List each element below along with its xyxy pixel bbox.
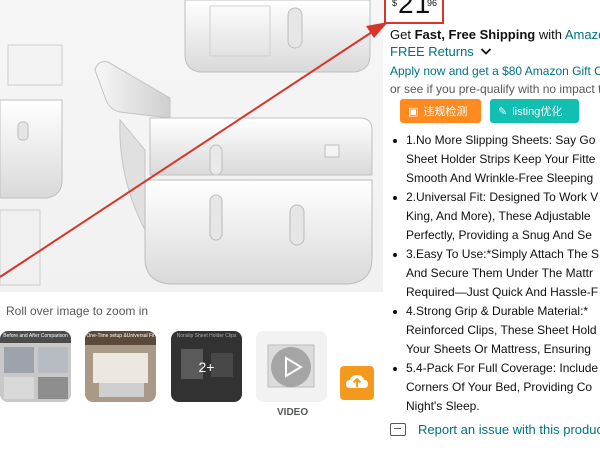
- upload-button[interactable]: [340, 366, 374, 400]
- document-icon: ▣: [408, 105, 419, 118]
- feature-bullet-line: King, And More), These Adjustable: [406, 209, 591, 223]
- video-label: VIDEO: [277, 407, 309, 418]
- prime-link[interactable]: Amazon: [565, 27, 600, 42]
- violation-check-button[interactable]: ▣ 违规检测: [400, 99, 481, 123]
- listing-optimize-label: listing优化: [512, 106, 563, 118]
- shipping-fast-free: Fast, Free Shipping: [414, 27, 536, 42]
- feature-bullet-line: 5.4-Pack For Full Coverage: Include: [390, 359, 600, 378]
- listing-optimize-button[interactable]: ✎ listing优化: [490, 99, 579, 123]
- cloud-upload-icon: [346, 375, 368, 388]
- feature-bullet-line: Reinforced Clips, These Sheet Hold: [406, 323, 597, 337]
- gift-card-offer-link[interactable]: Apply now and get a $80 Amazon Gift C: [390, 64, 600, 78]
- violation-check-label: 违规检测: [423, 106, 468, 118]
- play-icon: [285, 356, 303, 378]
- feature-bullets: 1.No More Slipping Sheets: Say Go Sheet …: [390, 131, 600, 416]
- feature-bullet-line: 3.Easy To Use:*Simply Attach The S: [390, 245, 600, 264]
- zoom-hint: Roll over image to zoom in: [6, 304, 149, 318]
- shipping-line: Get Fast, Free Shipping with Amazon: [390, 27, 600, 42]
- more-images-count: 2+: [171, 331, 242, 402]
- thumbnail-3[interactable]: Nonslip Sheet Holder Clips 2+: [171, 331, 242, 402]
- thumbnail-caption: One-Time setup &Universal Fit: [86, 333, 155, 339]
- product-main-image[interactable]: [0, 0, 383, 292]
- feature-bullet-line: Perfectly, Providing a Snug And Se: [406, 228, 592, 242]
- feature-bullet-line: Corners Of Your Bed, Providing Co: [406, 380, 593, 394]
- edit-icon: ✎: [498, 105, 508, 118]
- report-issue-label: Report an issue with this product: [418, 422, 600, 437]
- feature-bullet-line: Required—Just Quick And Hassle-F: [406, 285, 599, 299]
- feature-bullet-line: Smooth And Wrinkle-Free Sleeping: [406, 171, 594, 185]
- universal-fit-thumbnail-image: [85, 331, 156, 402]
- free-returns-label: FREE Returns: [390, 44, 474, 59]
- feature-bullet-line: 2.Universal Fit: Designed To Work V: [390, 188, 600, 207]
- before-after-thumbnail-image: [0, 331, 71, 402]
- feature-bullet-line: 1.No More Slipping Sheets: Say Go: [390, 131, 600, 150]
- shipping-get: Get: [390, 27, 411, 42]
- feature-bullet-line: 4.Strong Grip & Durable Material:*: [390, 302, 600, 321]
- free-returns-link[interactable]: FREE Returns: [390, 44, 492, 59]
- feature-bullet-line: And Secure Them Under The Mattr: [406, 266, 593, 280]
- video-thumbnail[interactable]: [256, 331, 327, 402]
- thumbnail-2[interactable]: One-Time setup &Universal Fit: [85, 331, 156, 402]
- sheet-holder-clips-illustration: [0, 0, 373, 286]
- price-fraction: 96: [427, 0, 438, 8]
- feature-bullet-line: Your Sheets Or Mattress, Ensuring: [406, 342, 591, 356]
- feature-bullet-line: Night's Sleep.: [406, 399, 480, 413]
- chevron-down-icon: [481, 48, 492, 55]
- report-issue-link[interactable]: Report an issue with this product: [390, 422, 600, 437]
- shipping-with: with: [538, 27, 562, 42]
- thumbnail-caption: Before and After Comparison: [3, 333, 68, 339]
- price-currency: $: [392, 0, 398, 8]
- prequalify-text: or see if you pre-qualify with no impact…: [390, 82, 600, 96]
- feature-bullet-line: Sheet Holder Strips Keep Your Fitte: [406, 152, 596, 166]
- report-icon: [390, 423, 406, 436]
- thumbnail-1[interactable]: Before and After Comparison: [0, 331, 71, 402]
